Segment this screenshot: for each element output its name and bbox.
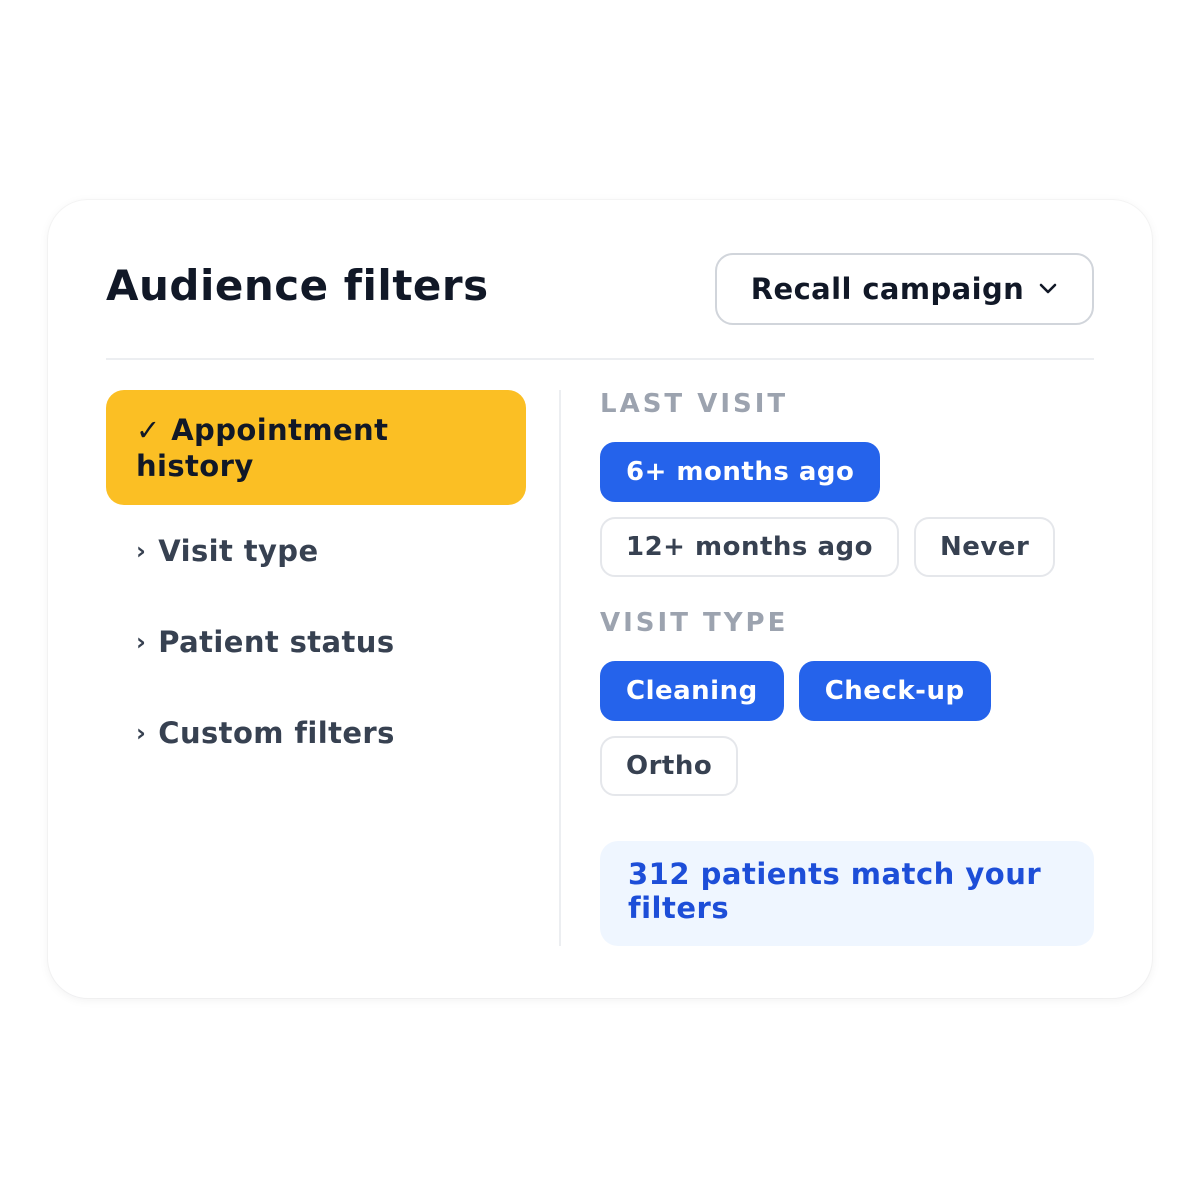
campaign-dropdown-value: Recall campaign bbox=[750, 272, 1025, 306]
section-label-visit-type: VISIT TYPE bbox=[600, 608, 789, 638]
nav-item-label: Custom filters bbox=[158, 716, 395, 750]
nav-item-appointment-history[interactable]: ✓ Appointment history bbox=[106, 390, 526, 505]
visit-type-chip-group: Cleaning Check-up Ortho bbox=[600, 661, 1094, 796]
column-divider bbox=[559, 390, 561, 946]
chip-check-up[interactable]: Check-up bbox=[798, 661, 991, 721]
nav-item-label: Appointment history bbox=[136, 412, 389, 483]
audience-filters-card: Audience filters Recall campaign ✓ Appoi… bbox=[48, 200, 1152, 998]
nav-item-patient-status[interactable]: › Patient status bbox=[106, 597, 526, 687]
chip-12-months[interactable]: 12+ months ago bbox=[600, 517, 899, 577]
nav-item-label: Visit type bbox=[158, 534, 319, 568]
nav-item-visit-type[interactable]: › Visit type bbox=[106, 506, 526, 596]
header-divider bbox=[106, 358, 1094, 360]
check-icon: ✓ bbox=[136, 412, 161, 447]
filter-options-panel: LAST VISIT 6+ months ago 12+ months ago … bbox=[600, 388, 1094, 796]
nav-item-label: Patient status bbox=[158, 625, 395, 659]
chevron-down-icon bbox=[1039, 283, 1057, 294]
match-count-banner: 312 patients match your filters bbox=[600, 841, 1094, 946]
chevron-right-icon: › bbox=[136, 719, 147, 747]
nav-item-custom-filters[interactable]: › Custom filters bbox=[106, 688, 526, 778]
chip-cleaning[interactable]: Cleaning bbox=[600, 661, 784, 721]
chip-ortho[interactable]: Ortho bbox=[600, 736, 739, 796]
page: Audience filters Recall campaign ✓ Appoi… bbox=[0, 0, 1200, 1200]
nav-item-active-label: ✓ Appointment history bbox=[136, 412, 496, 484]
filter-category-nav: ✓ Appointment history › Visit type › Pat… bbox=[106, 390, 526, 778]
section-label-last-visit: LAST VISIT bbox=[600, 389, 789, 419]
chip-6-months[interactable]: 6+ months ago bbox=[600, 442, 881, 502]
chevron-right-icon: › bbox=[136, 537, 147, 565]
page-title: Audience filters bbox=[106, 261, 489, 310]
last-visit-chip-group: 6+ months ago 12+ months ago Never bbox=[600, 442, 1094, 577]
chip-never[interactable]: Never bbox=[913, 517, 1056, 577]
chevron-right-icon: › bbox=[136, 628, 147, 656]
campaign-dropdown[interactable]: Recall campaign bbox=[715, 253, 1094, 325]
